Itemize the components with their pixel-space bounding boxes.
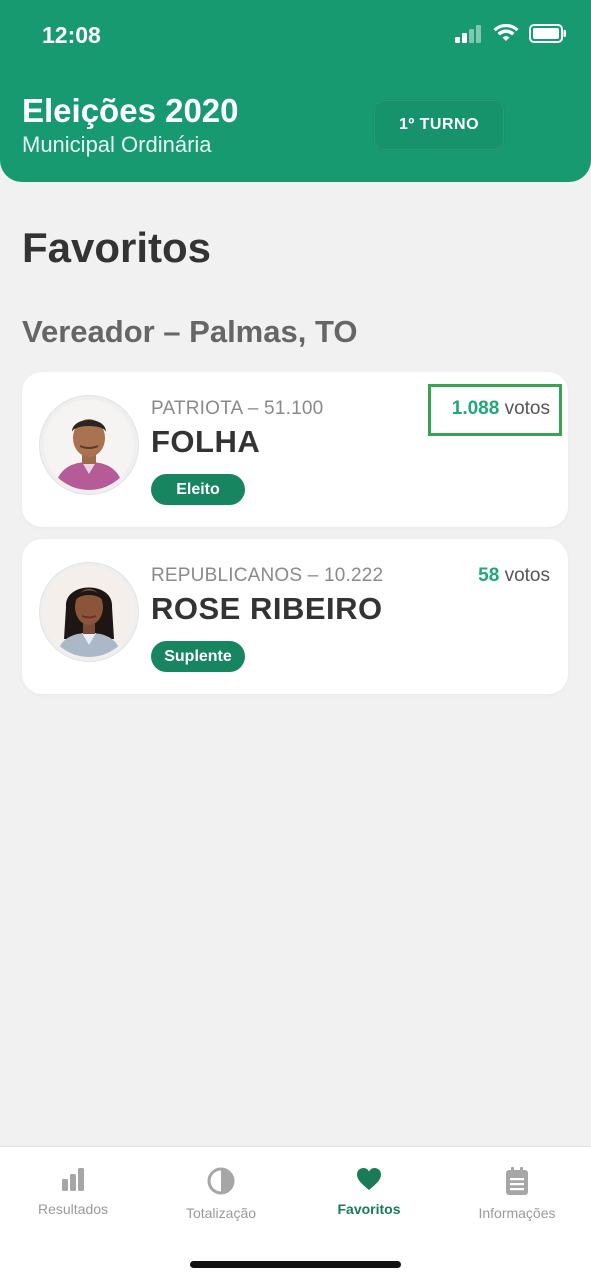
candidate-card[interactable]: REPUBLICANOS – 10.222 ROSE RIBEIRO Suple…	[22, 539, 568, 694]
tab-informacoes[interactable]: Informações	[447, 1167, 587, 1221]
clipboard-icon	[506, 1167, 528, 1195]
candidate-party: PATRIOTA – 51.100	[151, 398, 324, 419]
candidate-photo	[44, 400, 134, 490]
status-badge: Eleito	[151, 474, 245, 505]
status-icons	[455, 24, 567, 43]
tab-label: Informações	[478, 1205, 556, 1221]
tab-favoritos[interactable]: Favoritos	[299, 1167, 439, 1217]
tab-bar: Resultados Totalização Favoritos Informa…	[0, 1146, 591, 1280]
header-title: Eleições 2020	[22, 92, 239, 129]
battery-icon	[529, 24, 566, 43]
home-indicator[interactable]	[190, 1261, 401, 1268]
wifi-icon	[493, 24, 519, 41]
heart-icon	[357, 1168, 381, 1190]
candidate-name: ROSE RIBEIRO	[151, 591, 383, 626]
candidate-photo	[44, 567, 134, 657]
tab-label: Totalização	[185, 1205, 257, 1221]
header-subtitle: Municipal Ordinária	[22, 132, 212, 157]
page-title: Favoritos	[22, 224, 212, 271]
candidate-name: FOLHA	[151, 424, 261, 459]
candidate-avatar	[40, 563, 138, 661]
status-badge: Suplente	[151, 641, 245, 672]
tab-label: Resultados	[37, 1201, 109, 1217]
signal-icon	[455, 24, 481, 43]
vote-label: votos	[504, 565, 550, 586]
tab-totalizacao[interactable]: Totalização	[151, 1167, 291, 1221]
candidate-party: REPUBLICANOS – 10.222	[151, 565, 384, 586]
tab-resultados[interactable]: Resultados	[3, 1167, 143, 1217]
vote-count: 58 votos	[478, 565, 550, 587]
section-title: Vereador – Palmas, TO	[22, 314, 358, 349]
candidate-avatar	[40, 396, 138, 494]
vote-number: 58	[478, 565, 500, 586]
app-header: 12:08 Eleições 2020 Municipal Ordinária …	[0, 0, 591, 182]
pie-chart-icon	[207, 1167, 235, 1195]
turno-button[interactable]: 1º TURNO	[374, 100, 504, 150]
highlight-box	[428, 384, 562, 436]
bar-chart-icon	[62, 1168, 84, 1191]
status-time: 12:08	[42, 22, 101, 48]
tab-label: Favoritos	[337, 1201, 401, 1217]
